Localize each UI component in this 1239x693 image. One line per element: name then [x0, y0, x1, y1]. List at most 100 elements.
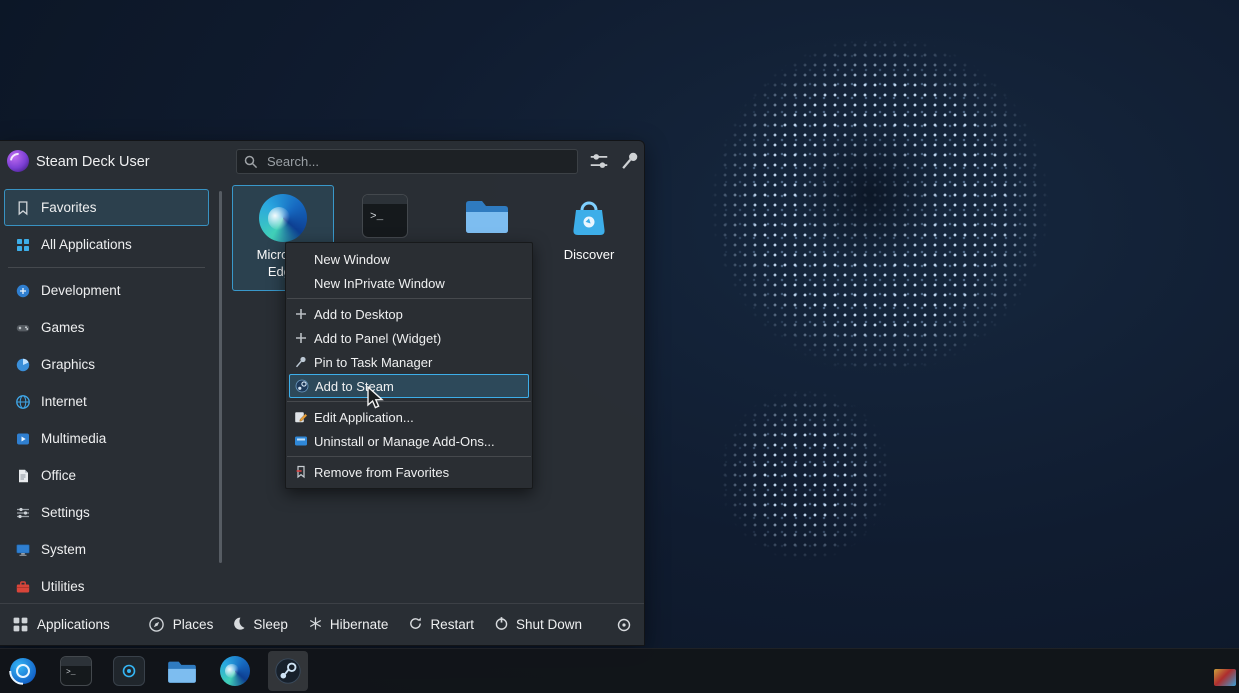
- menu-item-edit-application[interactable]: Edit Application...: [286, 405, 532, 429]
- menu-item-pin-to-task-manager[interactable]: Pin to Task Manager: [286, 350, 532, 374]
- hibernate-button[interactable]: Hibernate: [308, 616, 389, 634]
- launcher-header: Steam Deck User: [0, 141, 644, 183]
- menu-item-uninstall-or-manage-addons[interactable]: Uninstall or Manage Add-Ons...: [286, 429, 532, 453]
- context-menu: New Window New InPrivate Window Add to D…: [285, 242, 533, 489]
- pin-window-icon[interactable]: [619, 150, 641, 172]
- sidebar-item-label: Office: [41, 468, 76, 483]
- menu-item-add-to-desktop[interactable]: Add to Desktop: [286, 302, 532, 326]
- taskbar-file-manager[interactable]: [162, 651, 202, 691]
- folder-icon: [166, 657, 198, 686]
- plus-icon: [294, 307, 308, 321]
- sidebar-item-system[interactable]: System: [4, 531, 209, 568]
- menu-item-new-inprivate-window[interactable]: New InPrivate Window: [286, 271, 532, 295]
- menu-separator: [286, 295, 532, 302]
- spacer: [294, 252, 308, 266]
- menu-item-label: Add to Desktop: [314, 307, 403, 322]
- configure-icon[interactable]: [588, 150, 610, 172]
- sidebar-item-label: Multimedia: [41, 431, 106, 446]
- edit-icon: [294, 410, 308, 424]
- addons-icon: [294, 434, 308, 448]
- tab-places[interactable]: Places: [148, 616, 214, 633]
- favorites-icon: [15, 200, 31, 216]
- sidebar-scrollbar[interactable]: [219, 191, 222, 563]
- steam-icon: [295, 379, 309, 393]
- sidebar-item-internet[interactable]: Internet: [4, 383, 209, 420]
- tab-label: Places: [173, 617, 214, 632]
- sidebar-item-settings[interactable]: Settings: [4, 494, 209, 531]
- leave-session-icon[interactable]: [616, 617, 632, 633]
- spacer: [294, 276, 308, 290]
- search-input[interactable]: [265, 153, 571, 170]
- taskbar-launcher-button[interactable]: [3, 651, 43, 691]
- steam-icon: [273, 656, 303, 686]
- terminal-icon: [361, 194, 409, 242]
- restart-button[interactable]: Restart: [408, 616, 474, 634]
- sleep-button[interactable]: Sleep: [231, 616, 288, 634]
- moon-icon: [231, 616, 246, 634]
- menu-item-label: Add to Panel (Widget): [314, 331, 441, 346]
- taskbar-terminal[interactable]: [56, 651, 96, 691]
- pin-icon: [294, 355, 308, 369]
- sidebar-item-label: Internet: [41, 394, 87, 409]
- menu-item-label: Uninstall or Manage Add-Ons...: [314, 434, 495, 449]
- gaming-mode-icon: [113, 656, 145, 686]
- app-label: Discover: [551, 247, 627, 264]
- sidebar-separator: [4, 263, 209, 272]
- sidebar-item-label: Games: [41, 320, 85, 335]
- search-icon: [243, 154, 259, 170]
- sidebar-item-label: Favorites: [41, 200, 97, 215]
- restart-icon: [408, 616, 423, 634]
- menu-item-label: New Window: [314, 252, 390, 267]
- sidebar-item-label: System: [41, 542, 86, 557]
- snowflake-icon: [308, 616, 323, 634]
- all-applications-icon: [15, 237, 31, 253]
- taskbar-gaming-mode[interactable]: [109, 651, 149, 691]
- sidebar-item-multimedia[interactable]: Multimedia: [4, 420, 209, 457]
- games-icon: [15, 320, 31, 336]
- development-icon: [15, 283, 31, 299]
- applications-grid-icon: [12, 616, 29, 633]
- tab-applications[interactable]: Applications: [12, 616, 110, 633]
- taskbar-steam-active[interactable]: [268, 651, 308, 691]
- user-avatar[interactable]: [7, 150, 29, 172]
- sidebar-item-office[interactable]: Office: [4, 457, 209, 494]
- menu-item-label: New InPrivate Window: [314, 276, 445, 291]
- sidebar-item-graphics[interactable]: Graphics: [4, 346, 209, 383]
- power-label: Hibernate: [330, 617, 389, 632]
- tray-badge[interactable]: [1214, 669, 1236, 686]
- multimedia-icon: [15, 431, 31, 447]
- menu-item-label: Add to Steam: [315, 379, 394, 394]
- compass-icon: [148, 616, 165, 633]
- utilities-icon: [15, 579, 31, 595]
- menu-item-add-to-steam[interactable]: Add to Steam: [289, 374, 529, 398]
- graphics-icon: [15, 357, 31, 373]
- power-label: Sleep: [253, 617, 288, 632]
- app-discover[interactable]: Discover: [538, 185, 640, 291]
- bookmark-remove-icon: [294, 465, 308, 479]
- discover-icon: [565, 194, 613, 242]
- sidebar-item-utilities[interactable]: Utilities: [4, 568, 209, 605]
- sidebar-item-label: All Applications: [41, 237, 132, 252]
- shut-down-button[interactable]: Shut Down: [494, 616, 582, 634]
- edge-icon: [259, 194, 307, 242]
- menu-item-remove-from-favorites[interactable]: Remove from Favorites: [286, 460, 532, 484]
- sidebar-item-favorites[interactable]: Favorites: [4, 189, 209, 226]
- menu-item-label: Pin to Task Manager: [314, 355, 432, 370]
- taskbar-edge[interactable]: [215, 651, 255, 691]
- menu-item-label: Remove from Favorites: [314, 465, 449, 480]
- settings-icon: [15, 505, 31, 521]
- sidebar-item-label: Settings: [41, 505, 90, 520]
- menu-separator: [286, 453, 532, 460]
- system-icon: [15, 542, 31, 558]
- sidebar-item-label: Development: [41, 283, 121, 298]
- sidebar-item-development[interactable]: Development: [4, 272, 209, 309]
- search-field[interactable]: [236, 149, 578, 174]
- power-label: Restart: [430, 617, 474, 632]
- sidebar-item-games[interactable]: Games: [4, 309, 209, 346]
- menu-item-new-window[interactable]: New Window: [286, 247, 532, 271]
- plus-icon: [294, 331, 308, 345]
- menu-item-add-to-panel[interactable]: Add to Panel (Widget): [286, 326, 532, 350]
- edge-icon: [220, 656, 250, 686]
- sidebar-item-all-applications[interactable]: All Applications: [4, 226, 209, 263]
- power-label: Shut Down: [516, 617, 582, 632]
